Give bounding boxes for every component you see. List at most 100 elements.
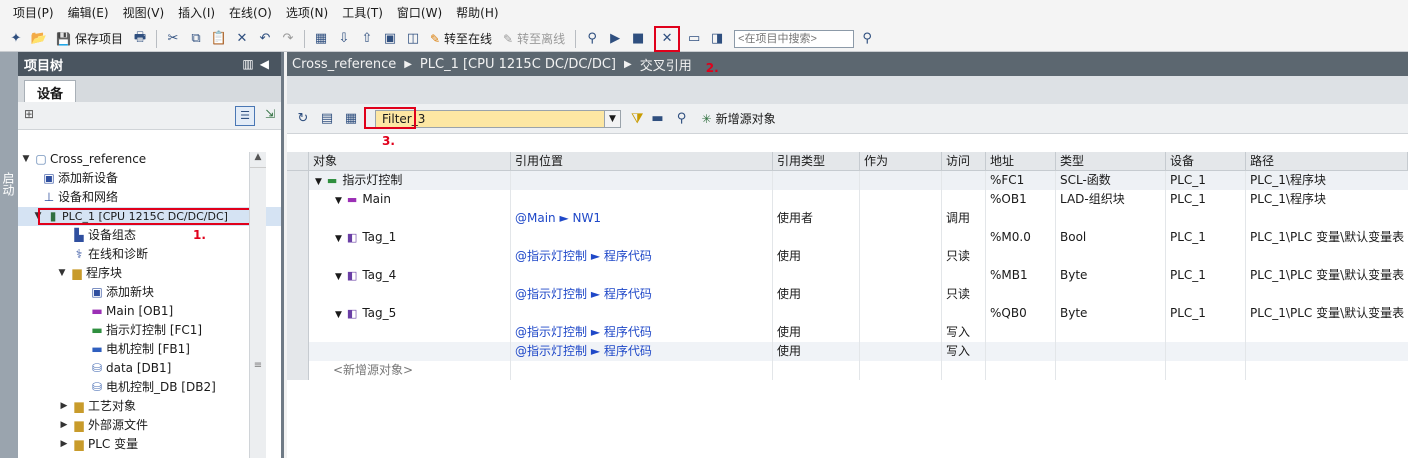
upload-icon[interactable]: ⇧: [357, 29, 377, 49]
table-row[interactable]: @指示灯控制 ► 程序代码 使用 只读: [287, 247, 1408, 266]
expand-all-icon[interactable]: ⚲: [672, 109, 692, 129]
tree-item-plc1[interactable]: ▼ ▮ PLC_1 [CPU 1215C DC/DC/DC]: [18, 207, 281, 226]
column-header[interactable]: 路径: [1246, 152, 1408, 170]
location-link[interactable]: @指示灯控制 ► 程序代码: [511, 285, 773, 304]
tree-item-add-block[interactable]: ▣ 添加新块: [18, 283, 281, 302]
tree-item-db1[interactable]: ⛁ data [DB1]: [18, 359, 281, 378]
tab-devices[interactable]: 设备: [24, 80, 77, 102]
paste-icon[interactable]: 📋: [209, 29, 229, 49]
menu-view[interactable]: 视图(V): [116, 0, 172, 26]
table-row[interactable]: ▼ ◧ Tag_5 %QB0 Byte PLC_1 PLC_1\PLC 变量\默认变…: [287, 304, 1408, 323]
expand-arrow-icon[interactable]: ▼: [20, 150, 32, 169]
collapse-left-icon[interactable]: ◀: [260, 57, 275, 71]
copy-icon[interactable]: ⧉: [186, 29, 206, 49]
location-link[interactable]: @指示灯控制 ► 程序代码: [511, 247, 773, 266]
project-search-input[interactable]: [734, 29, 855, 48]
expand-arrow-icon[interactable]: ▼: [335, 196, 342, 206]
expand-arrow-icon[interactable]: ▼: [56, 264, 68, 283]
column-header[interactable]: 访问: [942, 152, 986, 170]
used-view-icon[interactable]: ▦: [341, 109, 361, 129]
tree-item-device-config[interactable]: ▙ 设备组态 1.: [18, 226, 281, 245]
menu-tools[interactable]: 工具(T): [335, 0, 390, 26]
tree-item-project[interactable]: ▼ ▢ Cross_reference: [18, 150, 281, 169]
location-link[interactable]: @指示灯控制 ► 程序代码: [511, 342, 773, 361]
chevron-down-icon[interactable]: ▼: [604, 110, 620, 127]
undo-icon[interactable]: ↶: [255, 29, 275, 49]
expand-right-icon[interactable]: ▶: [58, 397, 70, 416]
column-header[interactable]: 设备: [1166, 152, 1246, 170]
table-row[interactable]: ▼ ◧ Tag_1 %M0.0 Bool PLC_1 PLC_1\PLC 变量\默认…: [287, 228, 1408, 247]
go-online-button[interactable]: ✎ 转至在线: [426, 29, 496, 49]
save-project-button[interactable]: 💾 保存项目: [52, 29, 127, 49]
tree-item-fc1[interactable]: ▬ 指示灯控制 [FC1]: [18, 321, 281, 340]
cross-reference-icon[interactable]: ✕: [654, 25, 681, 52]
tree-item-db2[interactable]: ⛁ 电机控制_DB [DB2]: [18, 378, 281, 397]
tree-item-add-device[interactable]: ▣ 添加新设备: [18, 169, 281, 188]
download-icon[interactable]: ⇩: [334, 29, 354, 49]
column-header[interactable]: 类型: [1056, 152, 1166, 170]
table-row[interactable]: ▼ ▬ Main %OB1 LAD-组织块 PLC_1 PLC_1\程序块: [287, 190, 1408, 209]
tree-item-main-ob1[interactable]: ▬ Main [OB1]: [18, 302, 281, 321]
tree-item-technology-objects[interactable]: ▶ ▆ 工艺对象: [18, 397, 281, 416]
new-project-icon[interactable]: ✦: [6, 29, 26, 49]
tree-item-devices-networks[interactable]: ⊥ 设备和网络: [18, 188, 281, 207]
menu-window[interactable]: 窗口(W): [390, 0, 449, 26]
table-row[interactable]: <新增源对象>: [287, 361, 1408, 380]
scroll-grip-icon[interactable]: ≡: [250, 360, 266, 371]
split-vertical-icon[interactable]: ◨: [707, 29, 727, 49]
redo-icon[interactable]: ↷: [278, 29, 298, 49]
start-cpu-icon[interactable]: ▶: [605, 29, 625, 49]
expand-right-icon[interactable]: ▶: [58, 435, 70, 454]
column-header[interactable]: 引用位置: [511, 152, 773, 170]
table-row[interactable]: ▼ ▬ 指示灯控制 %FC1 SCL-函数 PLC_1 PLC_1\程序块: [287, 171, 1408, 190]
go-offline-button[interactable]: ✎ 转至离线: [499, 29, 569, 49]
column-header[interactable]: 引用类型: [773, 152, 860, 170]
runtime-icon[interactable]: ◫: [403, 29, 423, 49]
portal-start-strip[interactable]: 启动: [0, 52, 18, 458]
open-project-icon[interactable]: 📂: [29, 29, 49, 49]
column-header[interactable]: 地址: [986, 152, 1056, 170]
used-by-view-icon[interactable]: ▤: [317, 109, 337, 129]
expand-arrow-icon[interactable]: ▼: [335, 310, 342, 320]
column-header[interactable]: 对象: [309, 152, 511, 170]
menu-project[interactable]: 项目(P): [6, 0, 61, 26]
tree-item-program-blocks[interactable]: ▼ ▆ 程序块: [18, 264, 281, 283]
tree-item-fb1[interactable]: ▬ 电机控制 [FB1]: [18, 340, 281, 359]
add-new-source-object[interactable]: <新增源对象>: [309, 361, 511, 380]
compile-icon[interactable]: ▦: [311, 29, 331, 49]
breadcrumb-project[interactable]: Cross_reference: [292, 57, 396, 72]
stop-cpu-icon[interactable]: ■: [628, 29, 648, 49]
table-row[interactable]: @指示灯控制 ► 程序代码 使用 写入: [287, 323, 1408, 342]
collapse-all-icon[interactable]: ▬: [648, 109, 668, 129]
menu-online[interactable]: 在线(O): [222, 0, 279, 26]
tree-item-external-sources[interactable]: ▶ ▆ 外部源文件: [18, 416, 281, 435]
refresh-icon[interactable]: ↻: [293, 109, 313, 129]
column-header[interactable]: 作为: [860, 152, 942, 170]
table-row[interactable]: @指示灯控制 ► 程序代码 使用 写入: [287, 342, 1408, 361]
table-row[interactable]: ▼ ◧ Tag_4 %MB1 Byte PLC_1 PLC_1\PLC 变量\默认变…: [287, 266, 1408, 285]
tree-item-online-diagnostics[interactable]: ⚕ 在线和诊断: [18, 245, 281, 264]
location-link[interactable]: @指示灯控制 ► 程序代码: [511, 323, 773, 342]
tree-scrollbar[interactable]: ▲ ≡: [249, 152, 266, 458]
expand-arrow-icon[interactable]: ▼: [32, 207, 44, 226]
location-link[interactable]: @Main ► NW1: [511, 209, 773, 228]
filter-dropdown[interactable]: Filter_3 ▼: [375, 109, 621, 128]
menu-insert[interactable]: 插入(I): [171, 0, 222, 26]
expand-right-icon[interactable]: ▶: [58, 416, 70, 435]
menu-options[interactable]: 选项(N): [279, 0, 335, 26]
split-horizontal-icon[interactable]: ▭: [684, 29, 704, 49]
filter-select[interactable]: Filter_3 ▼: [375, 109, 621, 128]
tree-add-icon[interactable]: ⇲: [265, 107, 275, 121]
print-icon[interactable]: 🖶: [130, 29, 150, 49]
simulation-icon[interactable]: ▣: [380, 29, 400, 49]
accessible-devices-icon[interactable]: ⚲: [582, 29, 602, 49]
tree-overview-icon[interactable]: ⊞: [24, 107, 34, 121]
delete-icon[interactable]: ✕: [232, 29, 252, 49]
expand-arrow-icon[interactable]: ▼: [335, 234, 342, 244]
tree-item-plc-tags[interactable]: ▶ ▆ PLC 变量: [18, 435, 281, 454]
table-row[interactable]: @Main ► NW1 使用者 调用: [287, 209, 1408, 228]
detail-view-icon[interactable]: ☰: [235, 106, 255, 126]
filter-icon[interactable]: ⧩: [631, 111, 644, 127]
search-icon[interactable]: ⚲: [857, 29, 877, 49]
pin-icon[interactable]: ▥: [242, 57, 259, 71]
